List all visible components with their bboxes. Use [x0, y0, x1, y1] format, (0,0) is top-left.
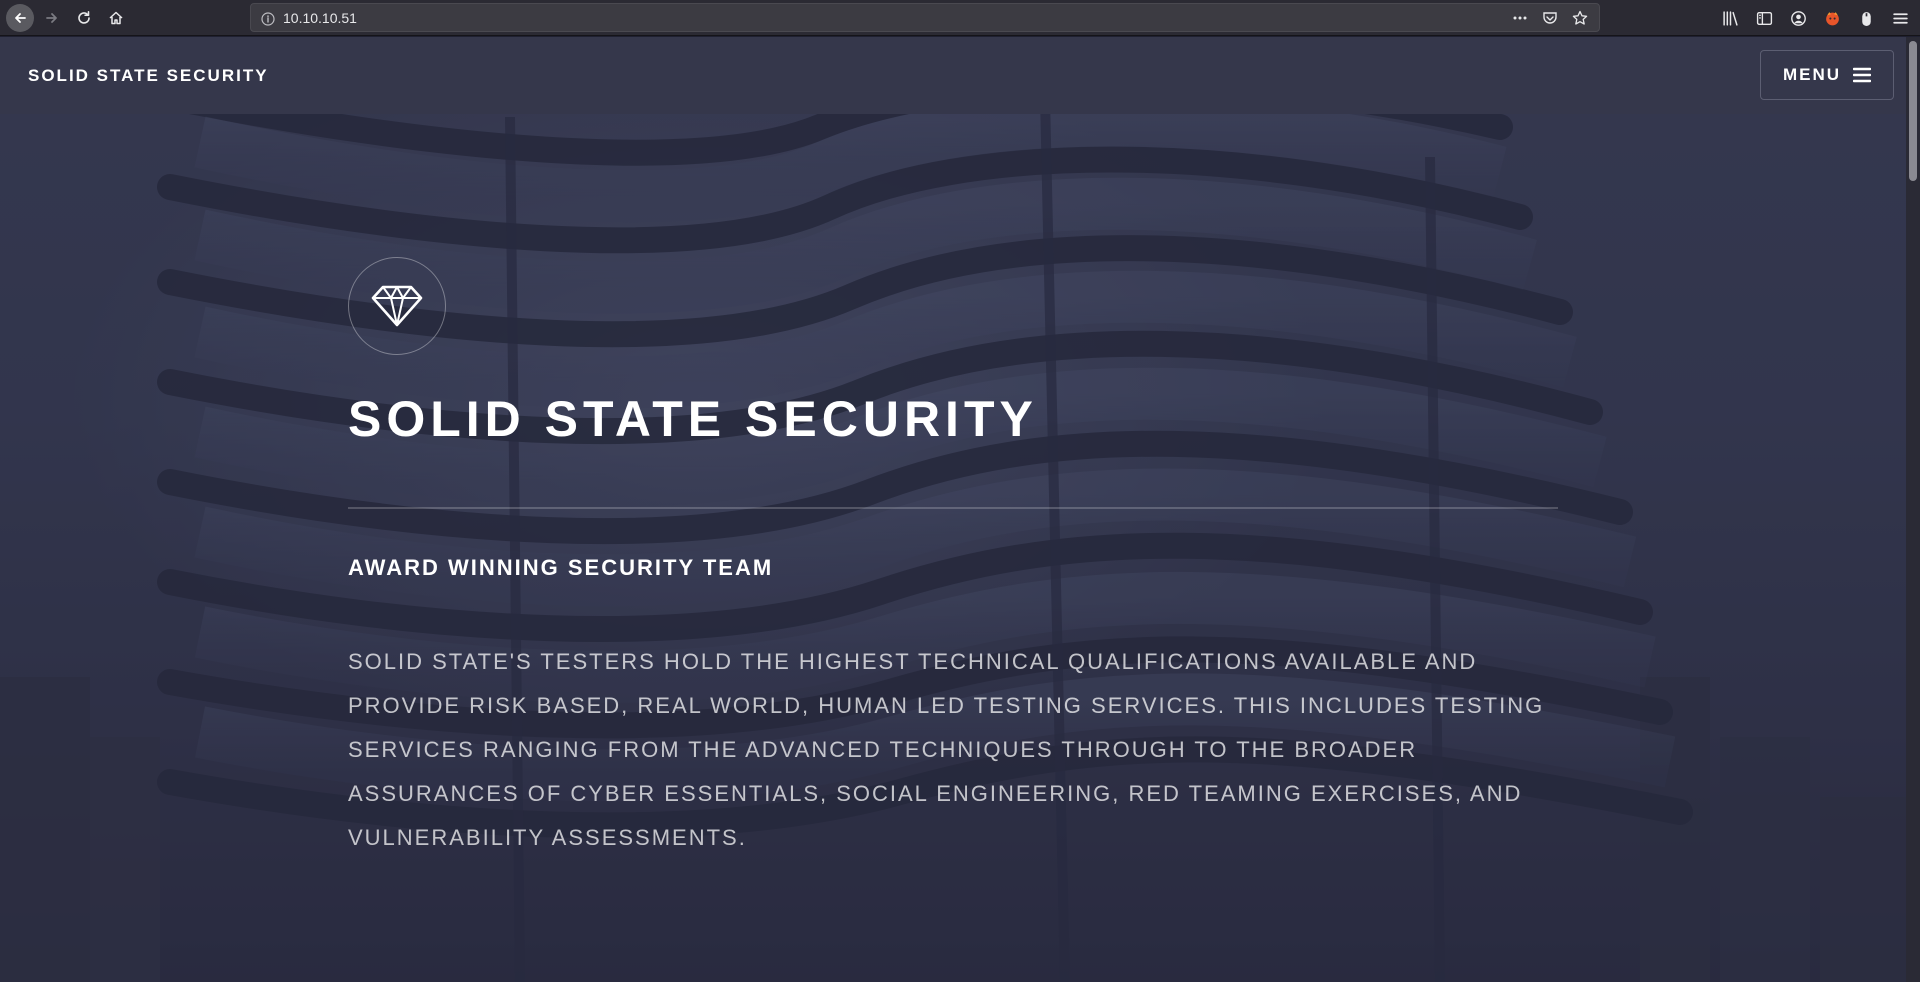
home-icon[interactable] [102, 4, 130, 32]
privacy-icon[interactable] [1856, 8, 1876, 28]
reload-icon[interactable] [70, 4, 98, 32]
pocket-icon[interactable] [1541, 9, 1559, 27]
page-viewport: SOLID STATE SECURITY MENU SOLID STATE SE… [0, 37, 1906, 982]
browser-toolbar: 10.10.10.51 [0, 0, 1920, 36]
url-text[interactable]: 10.10.10.51 [283, 10, 357, 26]
sidebar-icon[interactable] [1754, 8, 1774, 28]
hero-logo [348, 257, 446, 355]
star-icon[interactable] [1571, 9, 1589, 27]
info-icon[interactable] [261, 11, 275, 26]
back-arrow-icon[interactable] [6, 4, 34, 32]
menu-label: MENU [1782, 65, 1842, 84]
hero-title: SOLID STATE SECURITY [348, 391, 1038, 447]
forward-arrow-icon[interactable] [38, 4, 66, 32]
hero-divider [348, 507, 1558, 509]
firefox-extension-icon[interactable] [1822, 8, 1842, 28]
hero-subtitle: AWARD WINNING SECURITY TEAM [348, 555, 774, 580]
hamburger-icon[interactable] [1890, 8, 1910, 28]
url-bar[interactable]: 10.10.10.51 [250, 3, 1600, 32]
hamburger-icon [1853, 67, 1872, 83]
library-icon[interactable] [1720, 8, 1740, 28]
more-dots-icon[interactable] [1511, 9, 1529, 27]
hero-description: SOLID STATE'S TESTERS HOLD THE HIGHEST T… [348, 649, 1545, 850]
site-logo-link[interactable]: SOLID STATE SECURITY [28, 66, 269, 86]
menu-button[interactable]: MENU [1760, 50, 1894, 100]
diamond-icon [371, 285, 423, 327]
scrollbar-thumb[interactable] [1909, 41, 1917, 181]
page-scrollbar[interactable] [1906, 37, 1920, 982]
site-header: SOLID STATE SECURITY MENU [0, 37, 1906, 114]
account-icon[interactable] [1788, 8, 1808, 28]
